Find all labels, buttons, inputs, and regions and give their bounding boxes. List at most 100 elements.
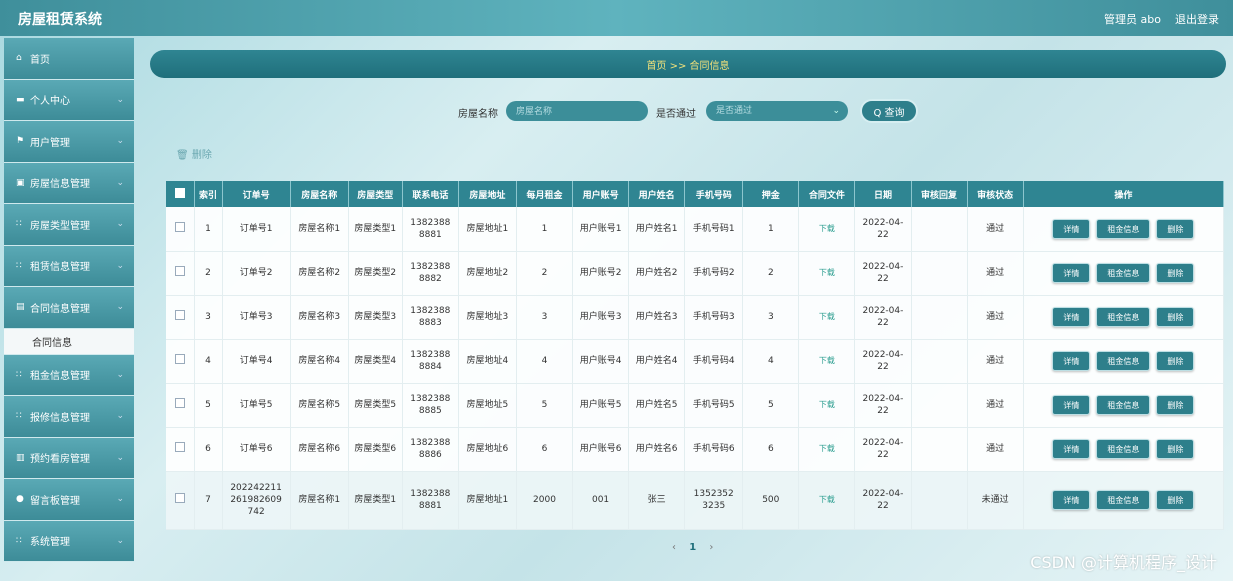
- cell-text: 房屋名称1: [298, 223, 341, 234]
- home-icon: ⌂: [16, 53, 22, 64]
- sidebar-subitem-contract-info[interactable]: 合同信息: [4, 328, 134, 355]
- delete-row-button[interactable]: 删除: [1156, 263, 1195, 283]
- download-link[interactable]: 下载: [819, 400, 835, 409]
- table-cell: 用户账号2: [572, 251, 630, 296]
- sidebar-item-label: 报修信息管理: [30, 412, 90, 424]
- download-link[interactable]: 下载: [819, 444, 835, 453]
- download-link[interactable]: 下载: [819, 224, 835, 233]
- download-link[interactable]: 下载: [819, 268, 835, 277]
- rent-info-button[interactable]: 租金信息: [1096, 351, 1151, 371]
- cell-text: 房屋地址4: [466, 355, 509, 366]
- detail-button[interactable]: 详情: [1052, 395, 1091, 415]
- prev-page-button[interactable]: ‹: [672, 542, 676, 553]
- table-cell: 手机号码3: [684, 295, 744, 340]
- sidebar-item-4[interactable]: ∷ 房屋类型管理 ⌄: [4, 204, 134, 246]
- cell-text: 1: [767, 223, 774, 234]
- house-name-input[interactable]: [506, 101, 648, 121]
- cell-text: 4: [767, 355, 774, 366]
- cell-text: 手机号码2: [692, 267, 735, 278]
- row-select-cell: [166, 295, 195, 340]
- table-cell: 通过: [967, 383, 1024, 428]
- sidebar-item-2[interactable]: ⚑ 用户管理 ⌄: [4, 121, 134, 163]
- row-checkbox[interactable]: [174, 265, 185, 276]
- table-cell: 房屋类型1: [348, 471, 403, 530]
- sidebar-item-label: 系统管理: [30, 537, 70, 549]
- cell-text: 用户账号6: [579, 443, 622, 454]
- download-link[interactable]: 下载: [819, 495, 835, 504]
- detail-button[interactable]: 详情: [1052, 218, 1091, 239]
- cell-text: 5: [767, 399, 774, 410]
- table-cell: 1382388 8884: [402, 339, 459, 384]
- row-checkbox[interactable]: [174, 309, 185, 320]
- delete-row-button[interactable]: 删除: [1156, 218, 1195, 239]
- select-all-checkbox[interactable]: [174, 187, 185, 198]
- cell-text: 用户姓名4: [635, 355, 678, 366]
- table-cell: 订单号4: [222, 339, 291, 384]
- rent-info-button[interactable]: 租金信息: [1096, 218, 1151, 239]
- table-row: 7 202242211 261982609 742 房屋名称1 房屋类型1 138238…: [166, 471, 1225, 530]
- delete-row-button[interactable]: 删除: [1156, 439, 1195, 459]
- current-page[interactable]: 1: [689, 542, 696, 553]
- download-link[interactable]: 下载: [819, 356, 835, 365]
- sidebar-item-9[interactable]: ∷ 报修信息管理 ⌄: [4, 396, 134, 438]
- row-checkbox[interactable]: [174, 441, 185, 452]
- sidebar-item-11[interactable]: ● 留言板管理 ⌄: [4, 479, 134, 521]
- cell-text: 手机号码6: [692, 443, 735, 454]
- table-cell: 下载: [798, 251, 856, 296]
- table-cell: 房屋地址1: [458, 471, 517, 530]
- row-checkbox[interactable]: [174, 492, 185, 503]
- row-checkbox[interactable]: [174, 397, 185, 408]
- delete-row-button[interactable]: 删除: [1156, 395, 1195, 415]
- detail-button[interactable]: 详情: [1052, 263, 1091, 283]
- sidebar-item-10[interactable]: ▥ 预约看房管理 ⌄: [4, 437, 134, 479]
- logout-link[interactable]: 退出登录: [1175, 11, 1219, 27]
- column-header: 审核回复: [911, 181, 968, 207]
- query-button[interactable]: Q 查询: [860, 99, 918, 123]
- cell-text: 1382388 8881: [410, 488, 451, 511]
- cell-text: 2022-04- 22: [862, 217, 904, 240]
- rent-info-button[interactable]: 租金信息: [1096, 395, 1151, 415]
- download-link[interactable]: 下载: [819, 312, 835, 321]
- detail-button[interactable]: 详情: [1052, 439, 1091, 459]
- table-cell: 手机号码6: [684, 427, 744, 472]
- sidebar-item-8[interactable]: ∷ 租金信息管理 ⌄: [4, 354, 134, 396]
- detail-button[interactable]: 详情: [1052, 490, 1091, 510]
- cell-text: 2022-04- 22: [862, 393, 904, 416]
- next-page-button[interactable]: ›: [709, 542, 713, 553]
- sidebar-item-5[interactable]: ∷ 租赁信息管理 ⌄: [4, 245, 134, 287]
- rent-info-button[interactable]: 租金信息: [1096, 490, 1151, 510]
- actions-cell: 详情 租金信息 删除: [1023, 471, 1225, 530]
- rent-info-button[interactable]: 租金信息: [1096, 263, 1151, 283]
- document-icon: ▤: [16, 302, 25, 313]
- sidebar-item-6[interactable]: ▤ 合同信息管理 ⌄: [4, 287, 134, 329]
- rent-info-button[interactable]: 租金信息: [1096, 439, 1151, 459]
- row-checkbox[interactable]: [174, 221, 185, 232]
- grid-icon: ∷: [16, 535, 22, 546]
- table-cell: 6: [742, 427, 800, 472]
- sidebar-item-0[interactable]: ⌂ 首页: [4, 38, 134, 80]
- sidebar-item-3[interactable]: ▣ 房屋信息管理 ⌄: [4, 162, 134, 204]
- table-cell: 通过: [967, 295, 1024, 340]
- sidebar-item-12[interactable]: ∷ 系统管理 ⌄: [4, 520, 134, 562]
- column-header: 索引: [194, 181, 223, 207]
- table-cell: 下载: [798, 427, 856, 472]
- sidebar-item-label: 用户管理: [30, 137, 70, 149]
- sidebar-item-label: 合同信息管理: [30, 303, 90, 315]
- detail-button[interactable]: 详情: [1052, 351, 1091, 371]
- row-select-cell: [166, 471, 195, 530]
- cell-text: 房屋名称6: [298, 443, 341, 454]
- cell-text: 202242211 261982609 742: [230, 482, 282, 518]
- detail-button[interactable]: 详情: [1052, 307, 1091, 327]
- grid-icon: ∷: [16, 369, 22, 380]
- actions-cell: 详情 租金信息 删除: [1023, 295, 1225, 340]
- cell-text: 房屋类型1: [354, 223, 397, 234]
- pass-select[interactable]: 是否通过 ⌄: [706, 101, 848, 121]
- table-cell: 未通过: [967, 471, 1024, 530]
- delete-row-button[interactable]: 删除: [1156, 351, 1195, 371]
- table-cell: 下载: [798, 471, 856, 530]
- row-checkbox[interactable]: [174, 353, 185, 364]
- delete-row-button[interactable]: 删除: [1156, 307, 1195, 327]
- delete-row-button[interactable]: 删除: [1156, 490, 1195, 510]
- delete-button[interactable]: 🗑 删除: [176, 146, 212, 161]
- rent-info-button[interactable]: 租金信息: [1096, 307, 1151, 327]
